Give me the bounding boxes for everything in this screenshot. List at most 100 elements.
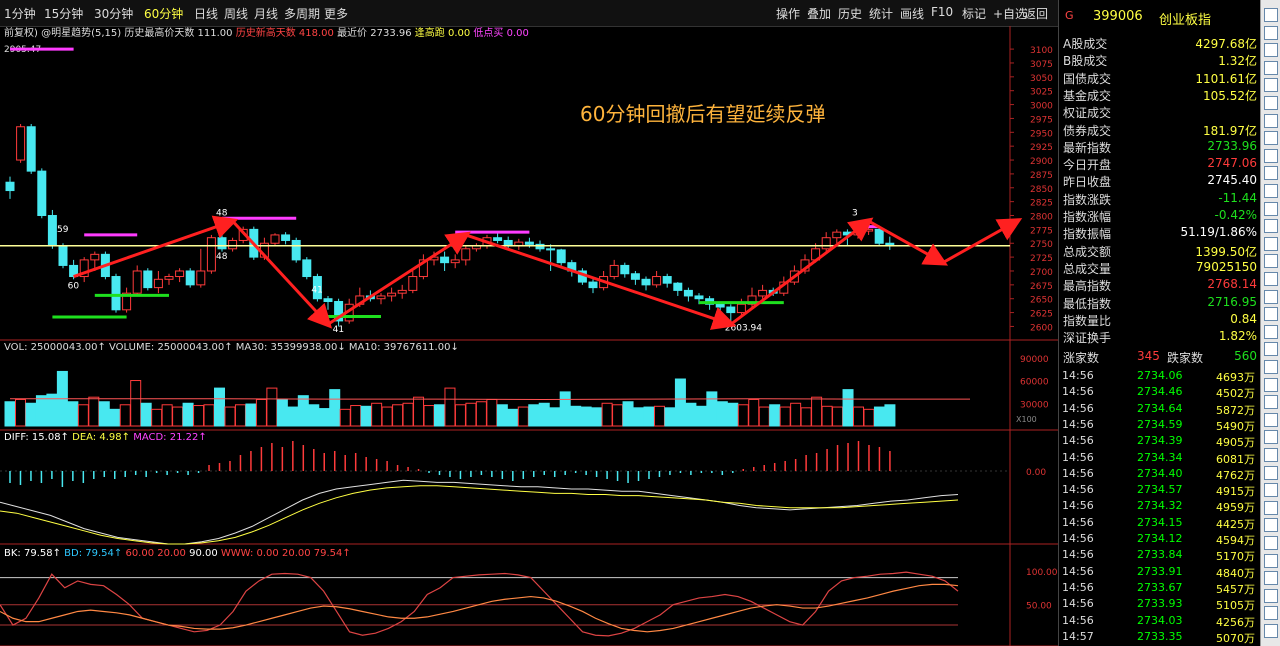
volume-bar xyxy=(98,401,110,427)
period-tab-0[interactable]: 1分钟 xyxy=(4,5,36,22)
stat-row: 指数量比 0.84 xyxy=(1059,311,1261,328)
period-tab-7[interactable]: 多周期 xyxy=(284,5,320,22)
y-tick-label: 2825 xyxy=(1030,199,1053,209)
tool-button-1[interactable]: 叠加 xyxy=(807,5,831,22)
period-tab-3[interactable]: 60分钟 xyxy=(144,5,183,22)
period-tab-4[interactable]: 日线 xyxy=(194,5,218,22)
tool-icon[interactable] xyxy=(1264,60,1278,75)
tool-button-6[interactable]: 标记 xyxy=(962,5,986,22)
tool-button-7[interactable]: +自选 xyxy=(993,5,1027,22)
tool-icon[interactable] xyxy=(1264,483,1278,498)
tool-icon[interactable] xyxy=(1264,25,1278,40)
volume-bar xyxy=(402,402,414,427)
pivot-label: 3 xyxy=(852,209,858,219)
tool-icon[interactable] xyxy=(1264,500,1278,515)
tool-icon[interactable] xyxy=(1264,148,1278,163)
period-tab-5[interactable]: 周线 xyxy=(224,5,248,22)
tool-button-0[interactable]: 操作 xyxy=(776,5,800,22)
candle-body xyxy=(302,259,312,278)
candle-body xyxy=(440,256,450,264)
tool-icon[interactable] xyxy=(1264,289,1278,304)
candle-body xyxy=(26,126,36,172)
header-item: 2733.96 xyxy=(370,28,415,39)
tool-icon[interactable] xyxy=(1264,272,1278,286)
period-tab-8[interactable]: 更多 xyxy=(324,5,348,22)
candle-body xyxy=(641,278,651,286)
candle-body xyxy=(5,181,15,192)
candle-body xyxy=(620,264,630,275)
tick-price: 2734.06 xyxy=(1137,369,1183,382)
volume-bar xyxy=(318,408,330,427)
candle-body xyxy=(397,289,407,294)
tool-icon[interactable] xyxy=(1264,412,1278,427)
y-tick-label: 3100 xyxy=(1030,46,1053,56)
volume-bar xyxy=(633,407,645,427)
tool-icon[interactable] xyxy=(1264,342,1278,357)
tick-vol: 5070万 xyxy=(1216,631,1255,645)
tool-icon[interactable] xyxy=(1264,536,1278,550)
candle-body xyxy=(546,248,556,251)
volume-bar xyxy=(444,387,456,427)
tool-icon[interactable] xyxy=(1264,465,1278,480)
volume-bar xyxy=(224,406,236,427)
stat-value: 2747.06 xyxy=(1207,156,1257,171)
tool-icon[interactable] xyxy=(1264,571,1278,586)
tool-button-4[interactable]: 画线 xyxy=(900,5,924,22)
tool-icon[interactable] xyxy=(1264,236,1278,251)
tool-icon[interactable] xyxy=(1264,324,1278,339)
volume-bar xyxy=(140,402,152,427)
tool-icon[interactable] xyxy=(1264,184,1278,198)
tool-icon[interactable] xyxy=(1264,553,1278,568)
volume-bar xyxy=(758,406,770,427)
tool-icon[interactable] xyxy=(1264,588,1278,603)
tool-icon[interactable] xyxy=(1264,201,1278,216)
tool-icon[interactable] xyxy=(1264,360,1278,374)
tool-icon[interactable] xyxy=(1264,430,1278,445)
tool-icon[interactable] xyxy=(1264,43,1278,58)
candle-body xyxy=(291,239,301,261)
side-toolstrip xyxy=(1260,0,1280,646)
tool-button-8[interactable]: 返回 xyxy=(1024,5,1048,22)
candle-body xyxy=(90,253,100,261)
y-tick-label: 2900 xyxy=(1030,157,1053,167)
tool-button-5[interactable]: F10 xyxy=(931,5,953,19)
candle-body xyxy=(758,289,768,297)
tool-icon[interactable] xyxy=(1264,518,1278,533)
volume-bar xyxy=(664,407,676,427)
volume-bar xyxy=(517,406,529,427)
tool-button-3[interactable]: 统计 xyxy=(869,5,893,22)
period-tab-1[interactable]: 15分钟 xyxy=(44,5,83,22)
stat-label: 昨日收盘 xyxy=(1063,175,1112,190)
tool-icon[interactable] xyxy=(1264,254,1278,269)
tick-time: 14:56 xyxy=(1062,532,1094,545)
tool-icon[interactable] xyxy=(1264,377,1278,392)
tool-icon[interactable] xyxy=(1264,624,1278,638)
tool-icon[interactable] xyxy=(1264,219,1278,234)
tool-icon[interactable] xyxy=(1264,166,1278,181)
stat-value: 181.97亿 xyxy=(1203,123,1257,138)
tool-icon[interactable] xyxy=(1264,113,1278,128)
period-tab-6[interactable]: 月线 xyxy=(254,5,278,22)
tool-icon[interactable] xyxy=(1264,448,1278,462)
period-tab-2[interactable]: 30分钟 xyxy=(94,5,133,22)
stock-chart: 前复权) @明星趋势(5,15) 历史最高价天数 111.00 历史新高天数 4… xyxy=(0,26,1058,646)
stat-row: 深证换手 1.82% xyxy=(1059,328,1261,345)
volume-bar xyxy=(350,405,362,427)
stat-label: 深证换手 xyxy=(1063,331,1112,346)
candle-body xyxy=(387,292,397,297)
annotation: 60分钟回撤后有望延续反弹 xyxy=(580,102,825,126)
y-tick-label: 2750 xyxy=(1030,240,1053,250)
tool-icon[interactable] xyxy=(1264,96,1278,110)
candle-body xyxy=(609,264,619,278)
tool-icon[interactable] xyxy=(1264,606,1278,621)
tool-icon[interactable] xyxy=(1264,307,1278,322)
volume-bar xyxy=(549,407,561,427)
tool-icon[interactable] xyxy=(1264,395,1278,410)
tool-button-2[interactable]: 历史 xyxy=(838,5,862,22)
tick-row: 14:56 2734.34 6081万 xyxy=(1059,449,1261,466)
tool-icon[interactable] xyxy=(1264,8,1278,22)
y-tick-label: 2600 xyxy=(1030,323,1053,333)
tool-icon[interactable] xyxy=(1264,78,1278,93)
volume-bar xyxy=(433,404,445,427)
tool-icon[interactable] xyxy=(1264,131,1278,146)
